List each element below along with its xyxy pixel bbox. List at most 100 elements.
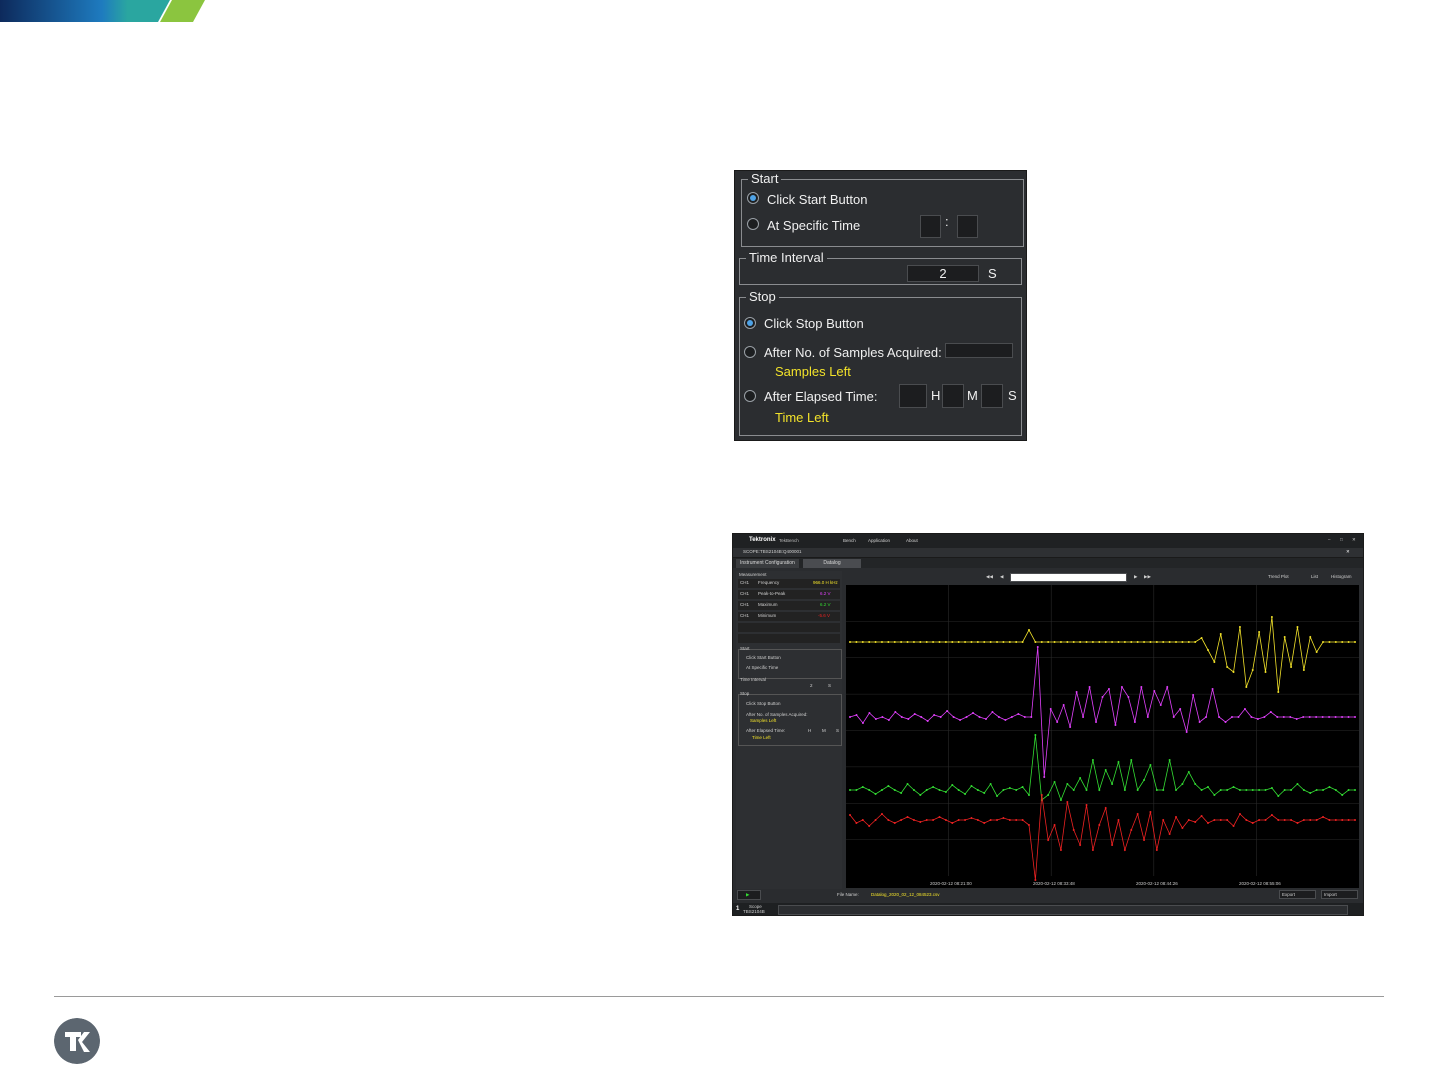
trend-point <box>1219 819 1222 821</box>
trend-point <box>964 819 967 821</box>
maximize-icon[interactable]: □ <box>1340 537 1343 543</box>
menu-bench[interactable]: Bench <box>843 538 856 544</box>
trend-point <box>1270 787 1273 789</box>
instrument-close-icon[interactable]: ✕ <box>1346 549 1350 555</box>
trend-point <box>861 722 864 724</box>
minimize-icon[interactable]: – <box>1328 537 1331 543</box>
at-specific-time-radio[interactable] <box>747 218 759 230</box>
trend-point <box>1040 641 1043 643</box>
elapsed-seconds-input[interactable] <box>981 384 1003 408</box>
trend-point <box>996 641 999 643</box>
trend-point <box>1213 661 1216 663</box>
mini-after-elapsed[interactable]: After Elapsed Time: <box>746 728 785 734</box>
view-trend-plot[interactable]: Trend Plot <box>1268 574 1289 580</box>
trend-point <box>1226 789 1229 791</box>
trend-point <box>1120 686 1123 688</box>
trend-point <box>1269 711 1272 713</box>
measurement-row[interactable]: CH1 Frequency 966.0 H kHz <box>738 579 840 588</box>
interval-group-title: Time Interval <box>746 250 827 266</box>
overview-scrubber[interactable] <box>1010 573 1127 582</box>
x-tick-label: 2020-02-12 08:21:00 <box>930 881 972 886</box>
trend-point <box>1315 819 1318 821</box>
start-minute-input[interactable] <box>957 215 978 238</box>
trend-point <box>1264 819 1267 821</box>
file-name-value[interactable]: Datalog_2020_02_12_084523.csv <box>871 892 940 898</box>
mini-click-stop[interactable]: Click Stop Button <box>746 701 781 707</box>
menu-application[interactable]: Application <box>868 538 890 544</box>
start-hour-input[interactable] <box>920 215 941 238</box>
view-list[interactable]: List <box>1311 574 1318 580</box>
after-elapsed-radio[interactable] <box>744 390 756 402</box>
trend-point <box>880 813 883 815</box>
trend-point <box>938 641 941 643</box>
trend-point <box>1302 716 1305 718</box>
trend-point <box>1015 789 1018 791</box>
trend-point <box>874 819 877 821</box>
skip-forward-icon[interactable]: ▶▶ <box>1144 574 1151 580</box>
measurement-name: Frequency <box>758 580 780 585</box>
trend-point <box>1091 849 1094 851</box>
trend-point <box>1181 641 1184 643</box>
mini-click-start[interactable]: Click Start Button <box>746 655 781 661</box>
hours-unit: H <box>931 388 941 403</box>
trend-point <box>912 819 915 821</box>
trend-point <box>919 794 922 796</box>
trend-point <box>900 641 903 643</box>
mini-samples-left: Samples Left <box>750 718 777 723</box>
trend-point <box>874 718 877 720</box>
export-dropdown[interactable]: Export <box>1279 890 1316 899</box>
measurement-row[interactable]: CH1 Maximum 6.2 V <box>738 601 840 610</box>
trend-plot[interactable]: 2020-02-12 08:21:00 2020-02-12 08:33:48 20… <box>846 585 1359 888</box>
trend-point <box>957 819 960 821</box>
trend-point <box>1328 819 1331 821</box>
trend-point <box>938 789 941 791</box>
measurement-row-empty[interactable] <box>738 623 840 632</box>
view-histogram[interactable]: Histogram <box>1331 574 1352 580</box>
scope-model[interactable]: TBS2104B <box>743 909 765 915</box>
close-icon[interactable]: ✕ <box>1352 537 1356 543</box>
trend-point <box>1181 783 1184 785</box>
trend-point <box>970 641 973 643</box>
trend-point <box>1162 789 1165 791</box>
measurement-row[interactable]: CH1 Minimum -5.6 V <box>738 612 840 621</box>
trend-point <box>900 716 903 718</box>
menu-about[interactable]: About <box>906 538 918 544</box>
trend-point <box>1075 691 1078 693</box>
trend-point <box>1069 726 1072 728</box>
measurement-row-empty[interactable] <box>738 634 840 643</box>
trend-point <box>849 814 851 816</box>
trend-point <box>1098 789 1101 791</box>
trend-point <box>984 718 987 720</box>
trend-point <box>1008 787 1011 789</box>
run-button[interactable]: ▶ <box>737 890 761 900</box>
mini-at-time[interactable]: At Specific Time <box>746 665 778 671</box>
mini-interval-title: Time Interval <box>740 677 766 682</box>
at-specific-time-label: At Specific Time <box>767 218 861 233</box>
trend-point <box>1347 716 1350 718</box>
after-samples-radio[interactable] <box>744 346 756 358</box>
trend-point <box>1347 819 1350 821</box>
tab-instrument-configuration[interactable]: Instrument Configuration <box>736 559 799 568</box>
click-stop-radio[interactable] <box>744 317 756 329</box>
measurement-row[interactable]: CH1 Peak-to-Peak 6.2 V <box>738 590 840 599</box>
trend-point <box>1328 716 1331 718</box>
trend-point <box>1085 804 1088 806</box>
samples-input[interactable] <box>945 343 1013 358</box>
step-back-icon[interactable]: ◀ <box>1000 574 1003 580</box>
trend-point <box>1010 716 1013 718</box>
tab-datalog[interactable]: Datalog <box>803 559 861 568</box>
trend-point <box>1104 807 1107 809</box>
trend-point <box>1153 690 1156 692</box>
trend-point <box>919 821 922 823</box>
elapsed-hours-input[interactable] <box>899 384 927 408</box>
mini-interval-value[interactable]: 2 <box>810 683 813 689</box>
step-forward-icon[interactable]: ▶ <box>1134 574 1137 580</box>
elapsed-minutes-input[interactable] <box>942 384 964 408</box>
click-start-radio[interactable] <box>747 192 759 204</box>
trend-point <box>1088 686 1091 688</box>
import-dropdown[interactable]: Import <box>1321 890 1358 899</box>
skip-back-icon[interactable]: ◀◀ <box>986 574 993 580</box>
trend-point <box>1211 688 1214 690</box>
interval-input[interactable]: 2 <box>907 265 979 282</box>
trend-point <box>1062 704 1065 706</box>
